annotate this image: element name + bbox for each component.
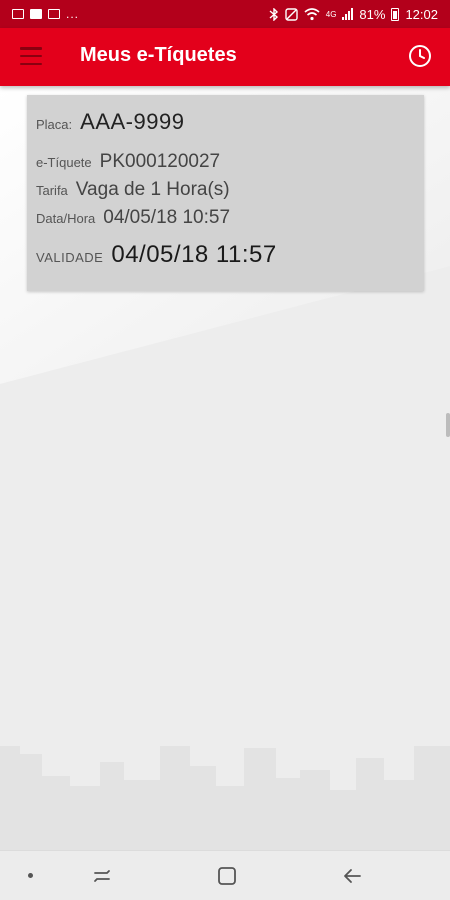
system-nav-bar xyxy=(0,850,450,900)
battery-percent: 81% xyxy=(359,6,386,22)
mute-icon xyxy=(285,7,298,21)
notifications-overflow: ... xyxy=(66,7,80,21)
eticket-label: e-Tíquete xyxy=(36,155,92,170)
back-arrow-icon[interactable] xyxy=(340,864,364,888)
gallery-notification-icon xyxy=(12,9,24,19)
placa-label: Placa: xyxy=(36,117,73,132)
app-notification-icon xyxy=(30,9,42,19)
tarifa-label: Tarifa xyxy=(36,183,68,198)
status-time: 12:02 xyxy=(405,6,438,22)
ticket-card[interactable]: Placa: AAA-9999 e-Tíquete PK000120027 Ta… xyxy=(27,95,424,291)
home-icon[interactable] xyxy=(215,864,239,888)
placa-value: AAA-9999 xyxy=(80,109,185,134)
status-indicators: 4G 81% 12:02 xyxy=(269,7,438,22)
validade-value: 04/05/18 11:57 xyxy=(111,241,277,268)
eticket-row: e-Tíquete PK000120027 xyxy=(36,151,414,173)
page-title: Meus e-Tíquetes xyxy=(80,44,237,66)
datahora-label: Data/Hora xyxy=(36,211,96,226)
datahora-row: Data/Hora 04/05/18 10:57 xyxy=(36,207,414,229)
tarifa-row: Tarifa Vaga de 1 Hora(s) xyxy=(36,179,414,201)
scrollbar-handle[interactable] xyxy=(446,413,450,437)
app-bar: Meus e-Tíquetes xyxy=(0,28,450,86)
recents-icon[interactable] xyxy=(90,864,114,888)
bluetooth-icon xyxy=(269,7,278,21)
status-bar: ... 4G 81% 12:02 xyxy=(0,0,450,28)
datahora-value: 04/05/18 10:57 xyxy=(103,207,231,228)
nav-dot-indicator xyxy=(28,873,33,878)
eticket-value: PK000120027 xyxy=(99,151,221,172)
validade-label: VALIDADE xyxy=(36,250,104,265)
validade-row: VALIDADE 04/05/18 11:57 xyxy=(36,241,414,269)
battery-icon xyxy=(391,7,400,21)
signal-icon xyxy=(342,8,354,20)
status-notifications: ... xyxy=(12,7,79,21)
wifi-icon xyxy=(304,7,320,20)
network-type: 4G xyxy=(325,9,337,19)
hamburger-menu-icon[interactable] xyxy=(20,47,42,65)
message-notification-icon xyxy=(48,9,60,19)
placa-row: Placa: AAA-9999 xyxy=(36,109,414,135)
clock-icon[interactable] xyxy=(408,44,432,68)
tarifa-value: Vaga de 1 Hora(s) xyxy=(75,179,230,200)
